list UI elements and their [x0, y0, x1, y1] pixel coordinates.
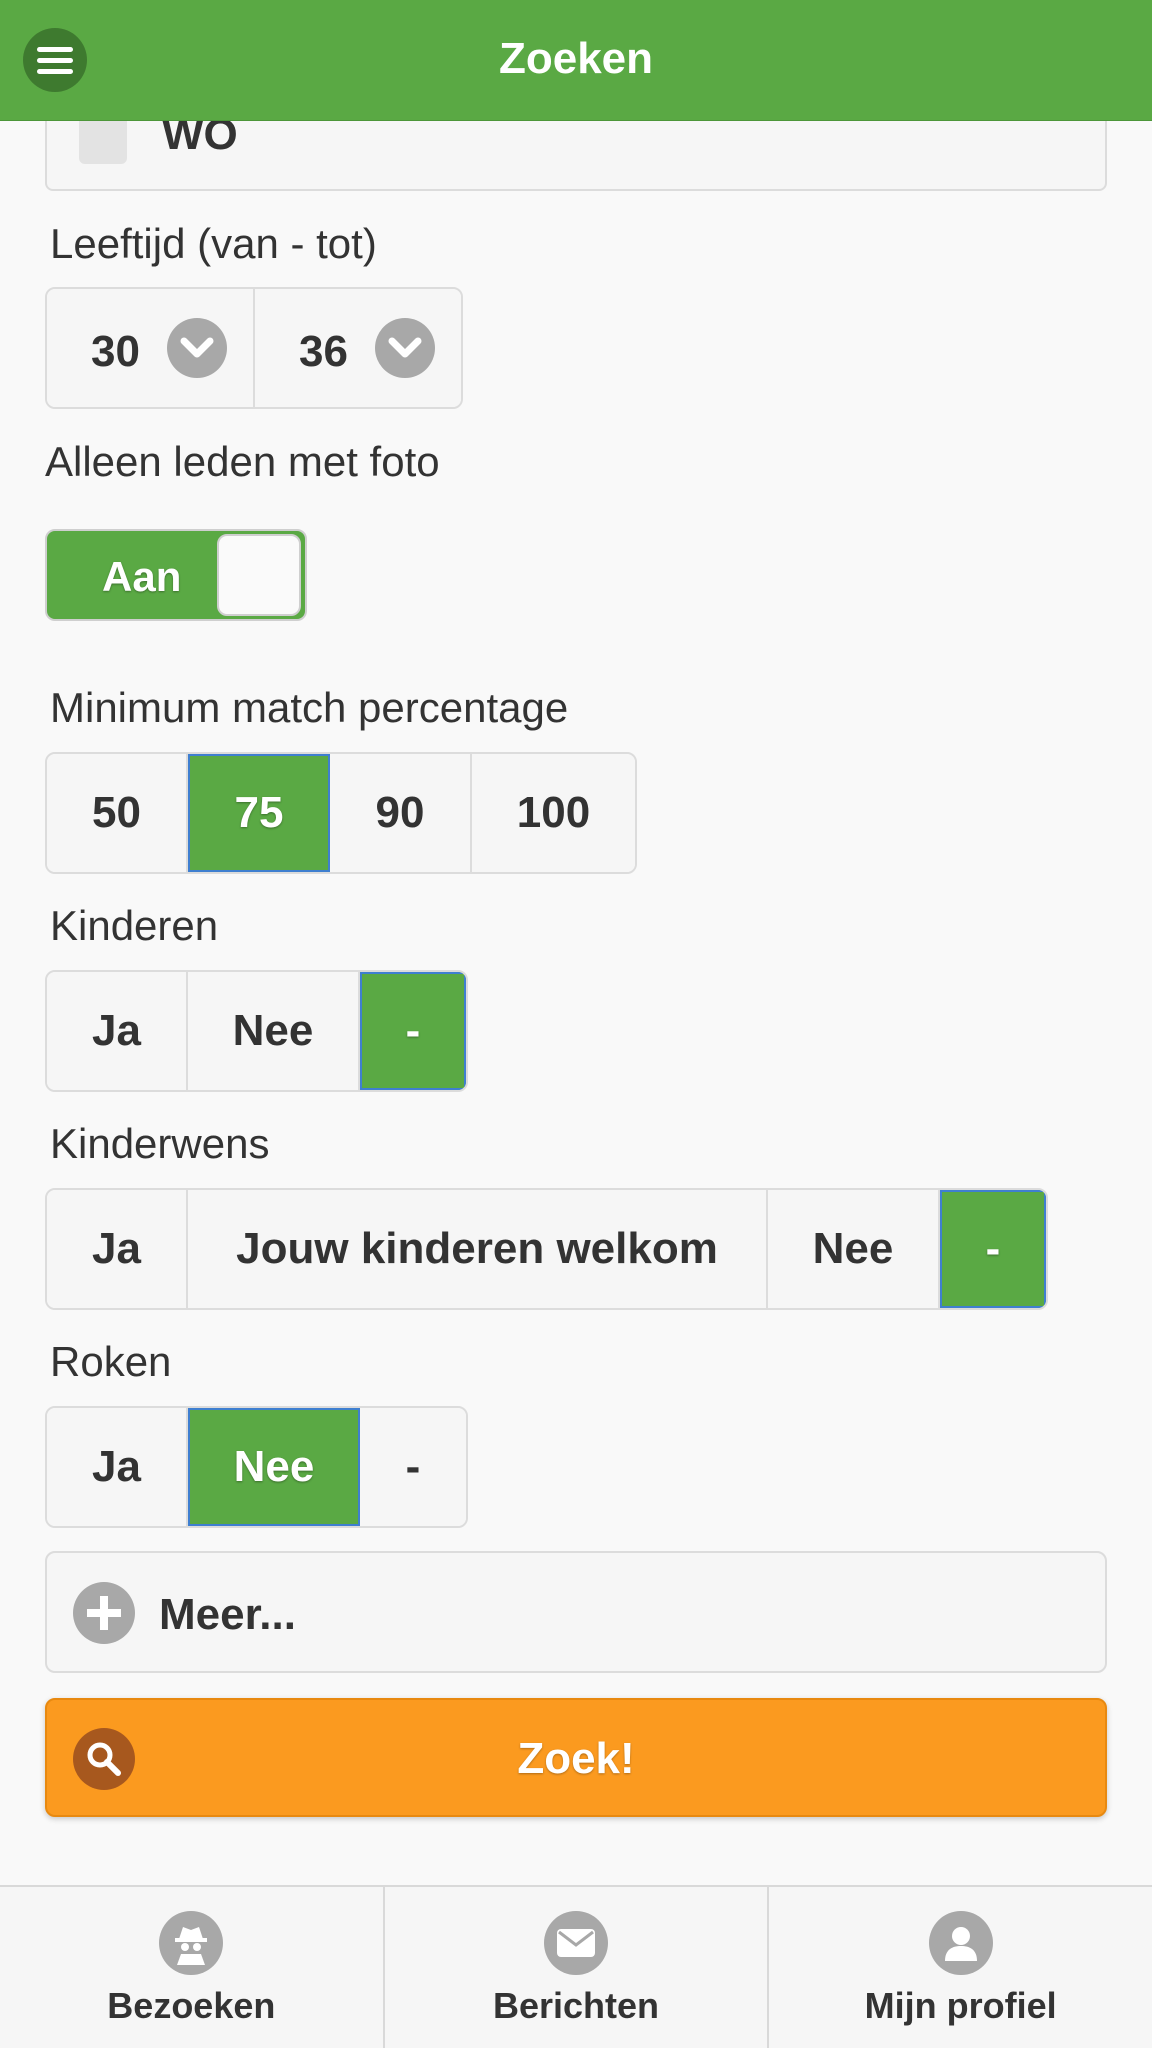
chevron-down-icon	[167, 318, 227, 378]
children-label: Kinderen	[50, 902, 219, 949]
smoking-option-ja[interactable]: Ja	[47, 1408, 188, 1526]
search-button-label: Zoek!	[517, 1734, 635, 1783]
toggle-on-label: Aan	[102, 553, 182, 600]
age-range-selects: 30 36	[45, 287, 463, 409]
search-button[interactable]: Zoek!	[45, 1698, 1107, 1817]
children-wish-label: Kinderwens	[50, 1120, 270, 1167]
match-option-100[interactable]: 100	[472, 754, 635, 872]
page-title: Zoeken	[498, 34, 654, 83]
match-option-75[interactable]: 75	[188, 754, 330, 872]
children-option-ja[interactable]: Ja	[47, 972, 188, 1090]
smoking-option-none[interactable]: -	[360, 1408, 466, 1526]
age-from-value: 30	[91, 327, 140, 376]
match-label: Minimum match percentage	[50, 684, 569, 731]
tab-label: Mijn profiel	[864, 1985, 1057, 2026]
toggle-knob[interactable]	[217, 534, 301, 616]
children-option-nee[interactable]: Nee	[188, 972, 360, 1090]
photo-only-label: Alleen leden met foto	[45, 438, 440, 485]
tab-label: Berichten	[492, 1985, 660, 2026]
match-option-50[interactable]: 50	[47, 754, 188, 872]
checkbox-box[interactable]	[79, 116, 127, 164]
app-header: Zoeken	[0, 0, 1152, 121]
spy-icon	[159, 1911, 224, 1975]
children-wish-option-welcome[interactable]: Jouw kinderen welkom	[188, 1190, 768, 1308]
match-option-90[interactable]: 90	[330, 754, 472, 872]
photo-only-toggle[interactable]: Aan	[45, 529, 307, 621]
age-from-select[interactable]: 30	[47, 289, 255, 407]
children-wish-option-ja[interactable]: Ja	[47, 1190, 188, 1308]
age-to-select[interactable]: 36	[255, 289, 461, 407]
more-label: Meer...	[159, 1590, 296, 1639]
smoking-label: Roken	[50, 1338, 172, 1385]
chevron-down-icon	[375, 318, 435, 378]
smoking-option-nee[interactable]: Nee	[188, 1408, 360, 1526]
bottom-nav: Bezoeken Berichten Mijn profiel	[0, 1885, 1152, 2048]
children-wish-option-nee[interactable]: Nee	[768, 1190, 940, 1308]
children-option-none[interactable]: -	[360, 972, 466, 1090]
smoking-segmented: Ja Nee -	[45, 1406, 468, 1528]
plus-circle-icon	[73, 1582, 135, 1644]
tab-mijn-profiel[interactable]: Mijn profiel	[769, 1887, 1152, 2048]
user-icon	[928, 1911, 993, 1975]
more-options-button[interactable]: Meer...	[45, 1551, 1107, 1673]
children-segmented: Ja Nee -	[45, 970, 468, 1092]
match-segmented: 50 75 90 100	[45, 752, 637, 874]
age-to-value: 36	[299, 327, 348, 376]
tab-bezoeken[interactable]: Bezoeken	[0, 1887, 385, 2048]
tab-berichten[interactable]: Berichten	[385, 1887, 770, 2048]
tab-label: Bezoeken	[107, 1985, 276, 2026]
envelope-icon	[544, 1911, 608, 1975]
age-label: Leeftijd (van - tot)	[50, 220, 377, 267]
children-wish-segmented: Ja Jouw kinderen welkom Nee -	[45, 1188, 1048, 1310]
children-wish-option-none[interactable]: -	[940, 1190, 1046, 1308]
search-form: WO Leeftijd (van - tot) 30 36 Alleen led…	[0, 0, 1152, 1885]
